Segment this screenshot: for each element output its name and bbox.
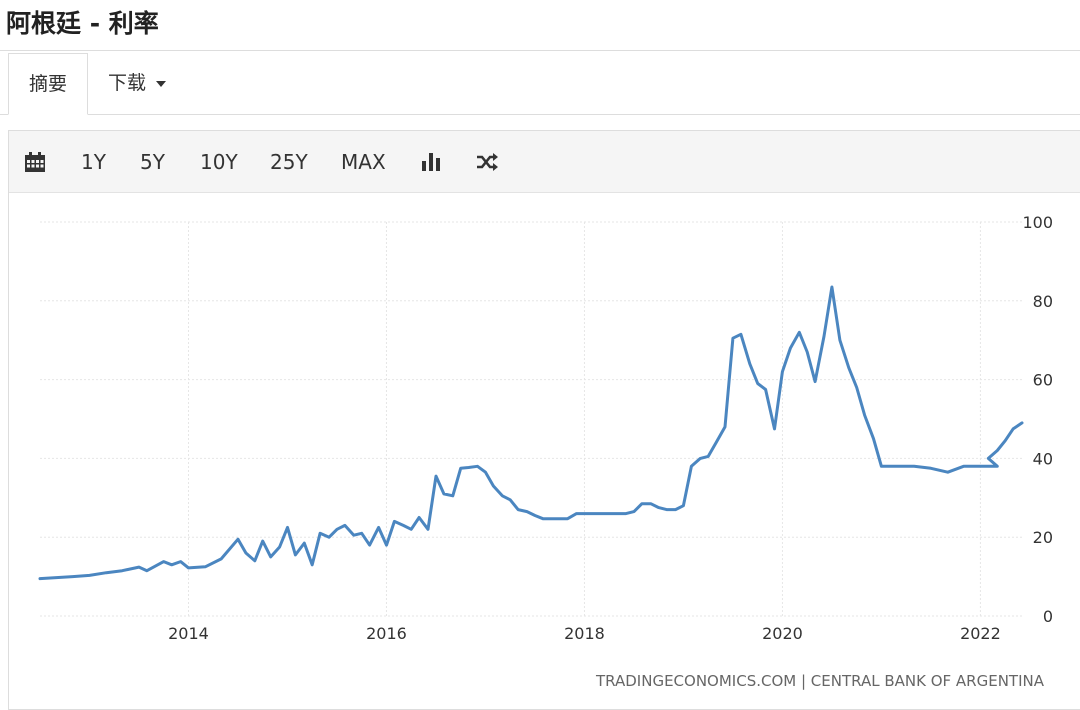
y-tick-label: 100 <box>1022 213 1053 232</box>
x-tick-label: 2022 <box>960 624 1001 643</box>
y-tick-label: 40 <box>1033 449 1053 468</box>
interest-rate-line <box>38 285 1024 581</box>
axis-ticks: 0 20 40 60 80 100 2014 2016 2018 2020 2022 <box>168 213 1053 643</box>
x-tick-label: 2018 <box>564 624 605 643</box>
y-tick-label: 0 <box>1043 607 1053 626</box>
x-tick-label: 2014 <box>168 624 209 643</box>
gridlines <box>40 221 1022 617</box>
y-tick-label: 80 <box>1033 292 1053 311</box>
x-tick-label: 2020 <box>762 624 803 643</box>
y-tick-label: 60 <box>1033 371 1053 390</box>
source-credit: TRADINGECONOMICS.COM | CENTRAL BANK OF A… <box>595 672 1045 690</box>
chart-area: 0 20 40 60 80 100 2014 2016 2018 2020 2022 TRADING… <box>38 213 1053 690</box>
y-tick-label: 20 <box>1033 528 1053 547</box>
x-tick-label: 2016 <box>366 624 407 643</box>
